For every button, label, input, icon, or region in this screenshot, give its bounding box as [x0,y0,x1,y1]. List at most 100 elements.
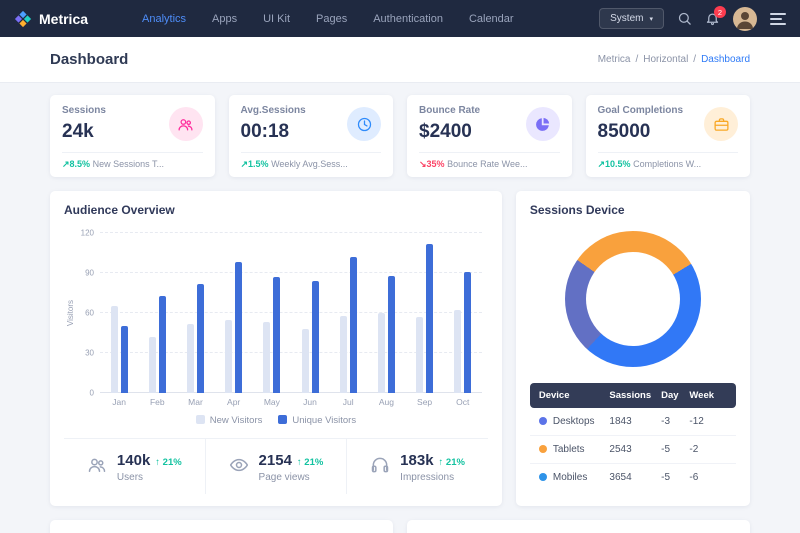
system-dropdown[interactable]: System ▾ [599,8,664,29]
audience-stat-value: 183k [400,452,433,469]
bar-new-visitors [263,322,270,393]
bar-unique-visitors [159,296,166,393]
bar-new-visitors [225,320,232,393]
bar-unique-visitors [312,281,319,393]
sessions-device-donut-chart [565,231,701,367]
organic-traffic-card: Organic Traffic In USA + [407,520,750,533]
bar-new-visitors [340,316,347,393]
bar-group-aug [367,233,405,393]
device-table-col-sassions: Sassions [609,390,661,401]
breadcrumb-item-dashboard[interactable]: Dashboard [701,54,750,65]
chevron-down-icon: ▾ [649,15,653,23]
eye-icon [229,455,249,480]
device-dot [539,417,547,425]
device-table-col-device: Device [539,390,610,401]
bar-group-jul [329,233,367,393]
stat-card-value: 24k [62,121,106,143]
x-tick-label: May [253,397,291,407]
audience-stats-row: 140k↑ 21%Users2154↑ 21%Page views183k↑ 2… [64,438,488,494]
bar-new-visitors [111,306,118,393]
device-name: Desktops [539,416,610,427]
bar-unique-visitors [350,257,357,393]
device-sassions: 3654 [609,472,661,483]
x-tick-label: Jan [100,397,138,407]
nav-item-pages[interactable]: Pages [316,13,347,25]
stat-card-value: 00:18 [241,121,306,143]
top-navbar: Metrica Analytics Apps UI Kit Pages Authenti… [0,0,800,37]
stat-card-footer: ↗10.5% Completions W... [598,152,739,177]
breadcrumb-separator: / [693,54,696,65]
audience-stat-users: 140k↑ 21%Users [64,439,205,494]
stat-card-footer: ↗1.5% Weekly Avg.Sess... [241,152,382,177]
search-button[interactable] [677,11,692,26]
bar-group-oct [444,233,482,393]
notifications-button[interactable]: 2 [705,11,720,26]
user-avatar[interactable] [733,7,757,31]
stat-card-desc: Bounce Rate Wee... [447,159,527,169]
bar-group-jan [100,233,138,393]
y-tick-label: 90 [85,269,94,278]
device-day: -3 [661,416,689,427]
breadcrumb-separator: / [635,54,638,65]
y-tick-label: 0 [90,389,94,398]
legend-swatch [196,415,205,424]
bar-group-jun [291,233,329,393]
stat-card-desc: Weekly Avg.Sess... [271,159,348,169]
bar-group-feb [138,233,176,393]
device-day: -5 [661,444,689,455]
nav-item-analytics[interactable]: Analytics [142,13,186,25]
legend-item-unique-visitors[interactable]: Unique Visitors [278,415,356,426]
breadcrumb-item-horizontal[interactable]: Horizontal [643,54,688,65]
stat-card-row: Sessions24k↗8.5% New Sessions T...Avg.Se… [50,95,750,177]
device-week: -6 [689,472,727,483]
sessions-by-channel-card: Sessions By Channel Organic SearchSocial… [50,520,393,533]
bar-unique-visitors [235,262,242,393]
stat-card-title: Sessions [62,105,106,116]
x-tick-label: Oct [444,397,482,407]
headphones-icon [370,455,390,480]
stat-card-title: Bounce Rate [419,105,480,116]
navbar-actions: System ▾ 2 [599,7,786,31]
users-icon [169,107,203,141]
hamburger-menu-icon[interactable] [770,13,786,25]
breadcrumb-item-metrica[interactable]: Metrica [598,54,631,65]
x-tick-label: Aug [367,397,405,407]
stat-card-bounce-rate: Bounce Rate$2400↘35% Bounce Rate Wee... [407,95,572,177]
audience-stat-delta: ↑ 21% [297,457,323,468]
legend-item-new-visitors[interactable]: New Visitors [196,415,263,426]
chart-plot-area [100,233,488,393]
device-table-col-week: Week [689,390,727,401]
x-tick-label: Jul [329,397,367,407]
x-tick-label: Sep [406,397,444,407]
bar-group-mar [176,233,214,393]
device-table-header: DeviceSassionsDayWeek [530,383,736,408]
device-sassions: 2543 [609,444,661,455]
device-table-row-mobiles: Mobiles3654-5-6 [530,464,736,491]
device-table-body: Desktops1843-3-12Tablets2543-5-2Mobiles3… [530,408,736,491]
y-tick-label: 30 [85,349,94,358]
bar-unique-visitors [197,284,204,393]
device-name: Mobiles [539,472,610,483]
bar-group-sep [406,233,444,393]
audience-bar-chart: Visitors 0306090120 [64,233,488,393]
device-name: Tablets [539,444,610,455]
pie-icon [526,107,560,141]
nav-item-authentication[interactable]: Authentication [373,13,443,25]
nav-item-apps[interactable]: Apps [212,13,237,25]
trend-up-icon: ↗1.5% [241,159,269,169]
nav-item-calendar[interactable]: Calendar [469,13,514,25]
chart-y-axis: 0306090120 [76,233,100,393]
brand-name: Metrica [39,11,88,27]
audience-stat-label: Impressions [400,472,465,483]
chart-x-axis: JanFebMarAprMayJunJulAugSepOct [100,397,488,407]
system-dropdown-label: System [610,13,643,24]
x-tick-label: Apr [215,397,253,407]
device-dot [539,473,547,481]
audience-stat-label: Users [117,472,182,483]
nav-item-ui-kit[interactable]: UI Kit [263,13,290,25]
brand-logo[interactable]: Metrica [14,10,142,28]
bar-unique-visitors [273,277,280,393]
bar-new-visitors [149,337,156,393]
audience-overview-card: Audience Overview Visitors 0306090120 Ja… [50,191,502,506]
device-week: -12 [689,416,727,427]
